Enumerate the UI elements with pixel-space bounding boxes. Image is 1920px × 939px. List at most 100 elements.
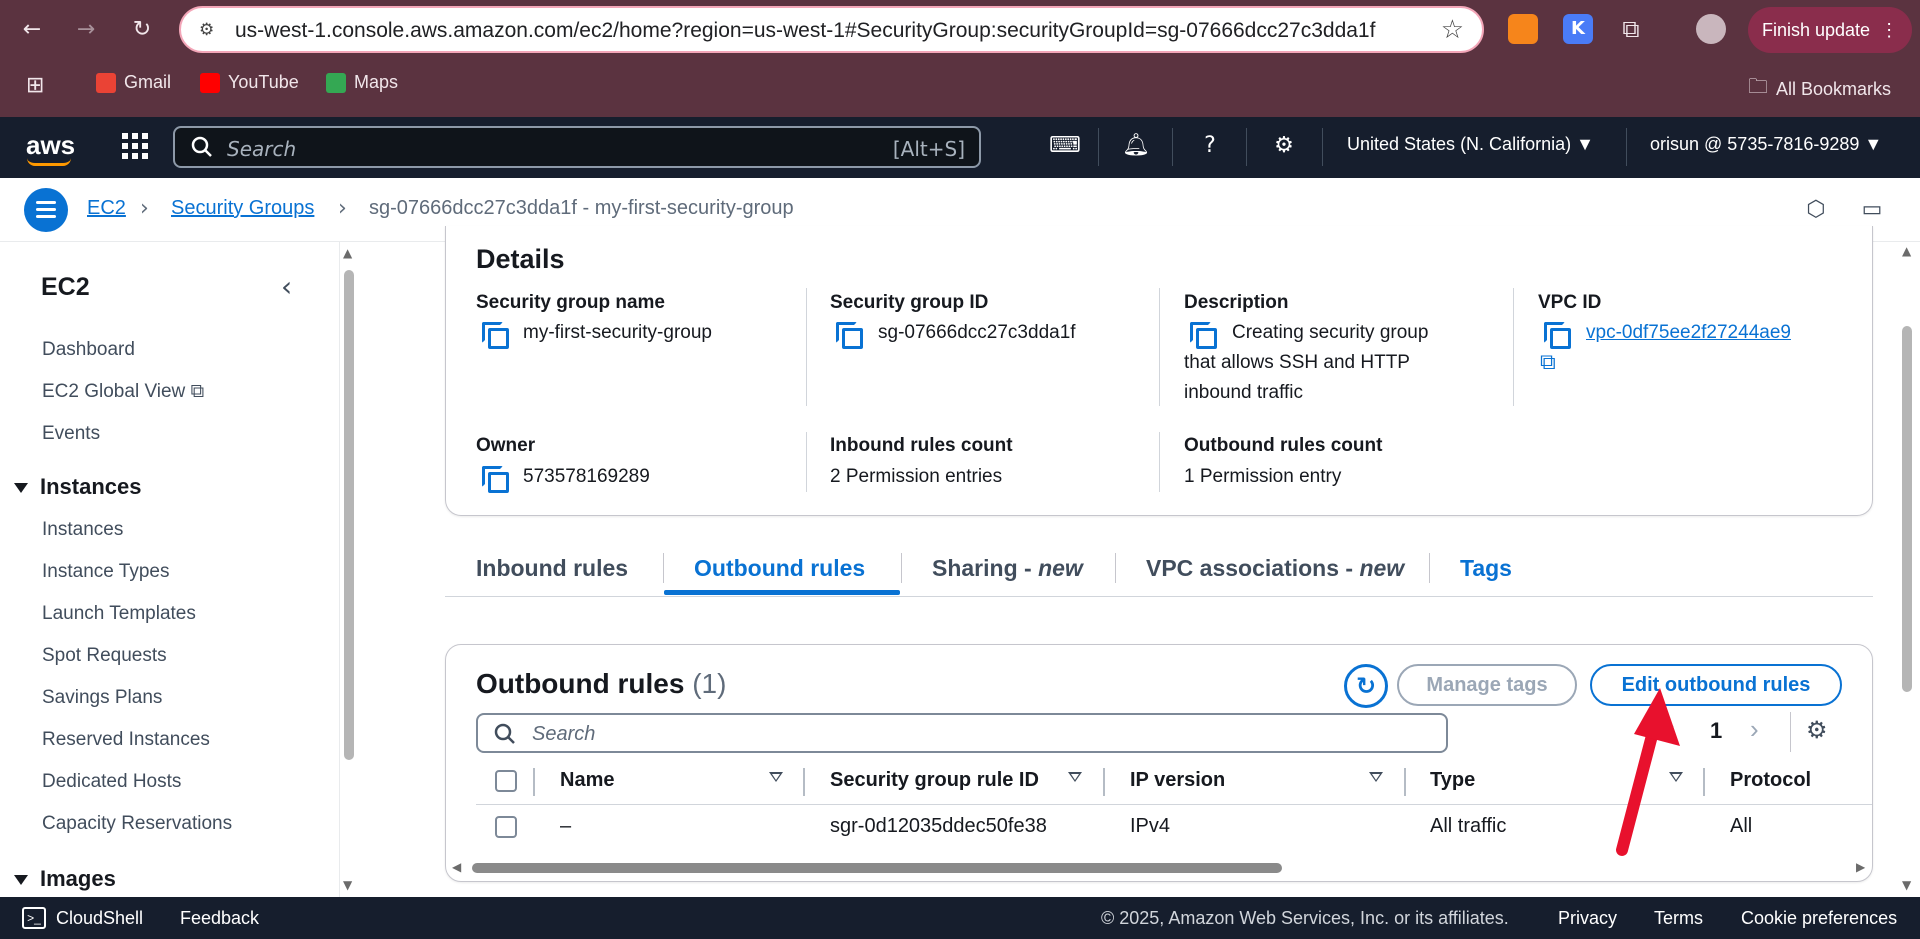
tab-tags[interactable]: Tags	[1460, 555, 1512, 582]
chevron-right-icon[interactable]: ›	[1750, 714, 1759, 745]
sg-id-label: Security group ID	[830, 292, 989, 313]
sidebar-item-dedicated-hosts[interactable]: Dedicated Hosts	[42, 771, 181, 793]
extension-k-icon[interactable]: K	[1563, 14, 1593, 44]
scroll-up-icon[interactable]: ▲	[1902, 244, 1911, 258]
sort-icon[interactable]	[1068, 772, 1082, 782]
sidebar-section-instances[interactable]: Instances	[14, 474, 142, 500]
col-header-rule-id[interactable]: Security group rule ID	[830, 769, 1039, 792]
metamask-icon[interactable]	[1508, 14, 1538, 44]
rules-search-placeholder: Search	[532, 723, 596, 745]
copy-icon[interactable]	[1190, 322, 1217, 349]
help-icon[interactable]: ?	[1196, 132, 1224, 160]
terms-link[interactable]: Terms	[1654, 908, 1703, 929]
col-header-name[interactable]: Name	[560, 769, 614, 792]
security-icon[interactable]: ⬡	[1802, 196, 1830, 224]
chevron-right-icon: ›	[140, 196, 149, 221]
sidebar-item-events[interactable]: Events	[42, 423, 100, 445]
tab-divider	[1115, 553, 1116, 583]
settings-icon[interactable]: ⚙	[1806, 716, 1828, 745]
region-selector[interactable]: United States (N. California) ▼	[1347, 134, 1594, 155]
sidebar-section-images[interactable]: Images	[14, 866, 116, 892]
feedback-icon[interactable]: ▭	[1858, 196, 1886, 224]
vpc-id-link[interactable]: vpc-0df75ee2f27244ae9	[1586, 318, 1791, 348]
breadcrumb-security-groups[interactable]: Security Groups	[171, 197, 314, 220]
toolbar-divider	[1626, 128, 1627, 166]
scroll-down-icon[interactable]: ▼	[343, 878, 352, 892]
sidebar-item-instance-types[interactable]: Instance Types	[42, 561, 169, 583]
vpc-id-label: VPC ID	[1538, 292, 1602, 313]
cloudshell-icon[interactable]: >_	[22, 907, 46, 929]
page-number[interactable]: 1	[1710, 718, 1722, 744]
gear-icon[interactable]: ⚙	[1270, 132, 1298, 160]
all-bookmarks[interactable]: 🗀 All Bookmarks	[1748, 72, 1891, 106]
column-divider	[1159, 288, 1160, 406]
bookmark-youtube[interactable]: YouTube	[200, 72, 299, 93]
copy-icon[interactable]	[482, 322, 509, 349]
breadcrumb-ec2[interactable]: EC2	[87, 197, 126, 220]
sidebar-item-spot-requests[interactable]: Spot Requests	[42, 645, 167, 667]
tab-vpc-associations[interactable]: VPC associations - new	[1146, 555, 1404, 582]
tab-inbound-rules[interactable]: Inbound rules	[476, 555, 628, 582]
account-menu[interactable]: orisun @ 5735-7816-9289 ▼	[1650, 134, 1882, 155]
aws-logo[interactable]: aws	[26, 130, 75, 161]
tab-sharing[interactable]: Sharing - new	[932, 555, 1083, 582]
sidebar-scrollbar[interactable]: ▲ ▼	[342, 246, 356, 896]
menu-icon[interactable]	[24, 188, 68, 232]
copy-icon[interactable]	[482, 466, 509, 493]
sidebar-item-instances[interactable]: Instances	[42, 519, 123, 541]
refresh-icon[interactable]: ↻	[1344, 664, 1388, 708]
scroll-up-icon[interactable]: ▲	[343, 246, 352, 260]
cloudshell-link[interactable]: CloudShell	[56, 908, 143, 929]
sidebar-item-launch-templates[interactable]: Launch Templates	[42, 603, 196, 625]
col-header-protocol[interactable]: Protocol	[1730, 769, 1811, 792]
bookmark-gmail[interactable]: Gmail	[96, 72, 171, 93]
address-bar[interactable]: ⚙ us-west-1.console.aws.amazon.com/ec2/h…	[179, 6, 1484, 53]
sidebar-item-savings-plans[interactable]: Savings Plans	[42, 687, 162, 709]
sidebar-item-ec2-global-view[interactable]: EC2 Global View ⧉	[42, 381, 204, 403]
back-icon[interactable]: ←	[16, 14, 48, 46]
rules-search-input[interactable]: Search	[476, 713, 1448, 753]
apps-icon[interactable]: ⊞	[26, 72, 44, 98]
sort-icon[interactable]	[1369, 772, 1383, 782]
sort-icon[interactable]	[769, 772, 783, 782]
sidebar-scroll-thumb[interactable]	[344, 270, 354, 760]
copy-icon[interactable]	[836, 322, 863, 349]
privacy-link[interactable]: Privacy	[1558, 908, 1617, 929]
sidebar-item-dashboard[interactable]: Dashboard	[42, 339, 135, 361]
copy-icon[interactable]	[1544, 322, 1571, 349]
puzzle-icon[interactable]: ⧉	[1616, 14, 1646, 44]
table-scroll-thumb[interactable]	[472, 863, 1282, 873]
aws-search-input[interactable]: Search [Alt+S]	[173, 126, 981, 168]
table-horizontal-scrollbar[interactable]: ◀ ▶	[448, 860, 1872, 875]
star-icon[interactable]: ☆	[1441, 15, 1464, 45]
tab-outbound-rules[interactable]: Outbound rules	[694, 555, 865, 582]
sidebar-item-capacity-reservations[interactable]: Capacity Reservations	[42, 813, 232, 835]
col-header-ip-version[interactable]: IP version	[1130, 769, 1225, 792]
chevron-left-icon[interactable]: ‹	[281, 270, 292, 303]
external-link-icon[interactable]: ⧉	[1540, 352, 1562, 374]
finish-update-button[interactable]: Finish update ⋮	[1748, 7, 1912, 53]
youtube-icon	[200, 72, 220, 93]
folder-icon: 🗀	[1748, 76, 1768, 98]
bookmark-maps[interactable]: Maps	[326, 72, 398, 93]
scroll-down-icon[interactable]: ▼	[1902, 878, 1911, 892]
row-checkbox[interactable]	[495, 816, 517, 838]
forward-icon[interactable]: →	[70, 14, 102, 46]
scroll-left-icon[interactable]: ◀	[452, 860, 461, 874]
main-scroll-thumb[interactable]	[1902, 326, 1912, 692]
profile-icon[interactable]	[1696, 14, 1726, 44]
select-all-checkbox[interactable]	[495, 770, 517, 792]
sidebar-item-reserved-instances[interactable]: Reserved Instances	[42, 729, 210, 751]
services-menu-icon[interactable]	[122, 133, 148, 159]
column-divider	[1404, 768, 1406, 796]
feedback-link[interactable]: Feedback	[180, 908, 259, 929]
cloudshell-icon[interactable]: ⌨	[1049, 132, 1081, 160]
bell-icon[interactable]: 🔔︎	[1122, 132, 1150, 160]
cookie-preferences-link[interactable]: Cookie preferences	[1741, 908, 1897, 929]
site-info-icon[interactable]: ⚙	[199, 20, 221, 42]
scroll-right-icon[interactable]: ▶	[1856, 860, 1865, 874]
col-header-type[interactable]: Type	[1430, 769, 1475, 792]
main-scrollbar[interactable]: ▲ ▼	[1898, 242, 1918, 897]
reload-icon[interactable]: ↻	[126, 14, 158, 46]
manage-tags-button[interactable]: Manage tags	[1397, 664, 1577, 706]
